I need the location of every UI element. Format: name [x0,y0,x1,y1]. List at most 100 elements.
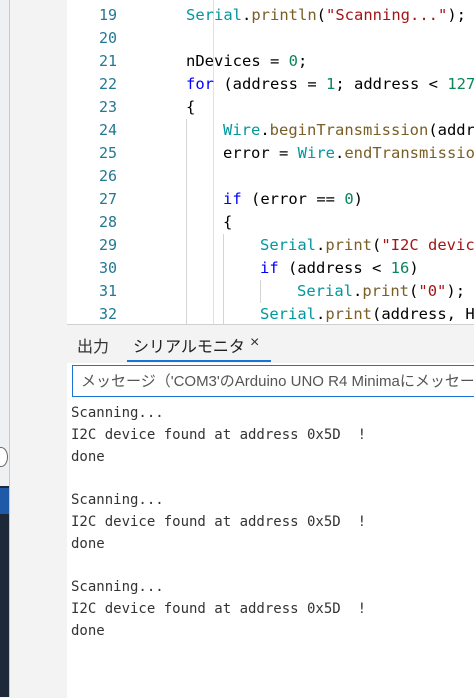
code-token: if [223,190,242,208]
code-line[interactable]: 19 Serial.println("Scanning..."); [67,4,474,27]
console-line: Scanning... [71,405,164,421]
line-number: 22 [98,75,117,93]
line-number: 28 [98,213,117,231]
console-line: Scanning... [71,492,164,508]
code-token: for [186,75,214,93]
code-token: if [260,259,279,277]
code-line[interactable]: 25 error = Wire.endTransmissio [67,142,474,165]
code-token: . [334,144,345,162]
code-token: . [242,6,252,24]
code-token: beginTransmission [269,121,429,139]
code-text: Serial.print("I2C devic [260,234,474,257]
code-token: . [260,121,270,139]
code-line[interactable]: 27 if (error == 0) [67,188,474,211]
code-token: Serial [297,282,353,300]
line-number: 20 [98,29,117,47]
code-token: print [325,236,373,254]
code-token: . [316,305,326,323]
code-line[interactable]: 20 [67,27,474,50]
code-text: Serial.print("0"); [297,280,465,303]
panel-tabs: 出力 シリアルモニタ × [67,325,474,363]
code-token: Serial [260,236,316,254]
code-token: "Scanning..." [326,6,448,24]
code-token: ; [298,52,308,70]
indent-guide [186,165,187,188]
code-token: 0 [344,190,354,208]
code-line[interactable]: 31 Serial.print("0"); [67,280,474,303]
indent-guide [186,119,187,142]
code-token: print [362,282,410,300]
tab-output[interactable]: 出力 [77,333,109,357]
code-text: for (address = 1; address < 127; [186,73,474,96]
code-token: "I2C devic [381,236,474,254]
code-token: error = [223,144,298,162]
console-line: done [71,449,105,465]
code-token: ( [409,282,419,300]
line-number: 23 [98,98,117,116]
code-token: (address, H [372,305,474,323]
console-line: I2C device found at address 0x5D ! [71,427,367,443]
code-line[interactable]: 29 Serial.print("I2C devic [67,234,474,257]
code-token: ); [447,6,467,24]
code-line[interactable]: 23 { [67,96,474,119]
serial-message-input[interactable] [72,365,474,397]
code-token: nDevices = [186,52,289,70]
code-token: println [251,6,317,24]
code-line[interactable]: 21 nDevices = 0; [67,50,474,73]
close-icon[interactable]: × [250,334,259,352]
code-line[interactable]: 22 for (address = 1; address < 127; [67,73,474,96]
line-number: 21 [98,52,117,70]
line-number: 29 [98,236,117,254]
code-token: (error == [241,190,345,208]
code-token: endTransmissio [344,144,474,162]
console-line: I2C device found at address 0x5D ! [71,601,367,617]
code-text: { [223,211,232,234]
console-line: done [71,623,105,639]
active-tab-indicator [127,360,271,362]
code-token: ) [409,259,419,277]
window-edge-button[interactable] [0,447,8,467]
line-number: 26 [98,167,117,185]
line-number: 24 [98,121,117,139]
code-text: error = Wire.endTransmissio [223,142,474,165]
code-token: ) [353,190,364,208]
code-text: if (error == 0) [223,188,363,211]
tab-serial-monitor[interactable]: シリアルモニタ [133,333,245,357]
indent-guide [223,303,224,324]
code-token: { [186,98,196,116]
code-line[interactable]: 28 { [67,211,474,234]
line-number: 32 [98,305,117,323]
console-line: I2C device found at address 0x5D ! [71,514,367,530]
indent-guide [186,280,187,303]
taskbar-item[interactable] [0,488,9,514]
code-token: Wire [297,144,335,162]
code-line[interactable]: 26 [67,165,474,188]
code-line[interactable]: 32 Serial.print(address, H [67,303,474,324]
code-token: ; address < [335,75,448,93]
code-token: ); [446,282,466,300]
indent-guide [186,188,187,211]
code-line[interactable]: 30 if (address < 16) [67,257,474,280]
code-token: (address = [214,75,326,93]
code-token: 127 [447,75,474,93]
code-token: . [353,282,363,300]
console-line: Scanning... [71,579,164,595]
code-text: if (address < 16) [260,257,419,280]
code-token: { [223,213,233,231]
indent-guide [186,234,187,257]
code-editor[interactable]: 19 Serial.println("Scanning..."); 20 21 nDev… [67,0,474,324]
code-token: 0 [288,52,298,70]
code-token: 16 [390,259,410,277]
line-number: 25 [98,144,117,162]
bottom-panel: 出力 シリアルモニタ × Scanning... I2C device found… [67,324,474,698]
desktop-background [0,486,9,697]
indent-guide [260,280,261,303]
code-text: Serial.println("Scanning..."); [186,4,466,27]
indent-guide [186,211,187,234]
indent-guide [223,280,224,303]
code-line[interactable]: 24 Wire.beginTransmission(addr [67,119,474,142]
indent-guide [223,257,224,280]
code-token: "0" [418,282,447,300]
indent-guide [223,234,224,257]
line-number: 31 [98,282,117,300]
